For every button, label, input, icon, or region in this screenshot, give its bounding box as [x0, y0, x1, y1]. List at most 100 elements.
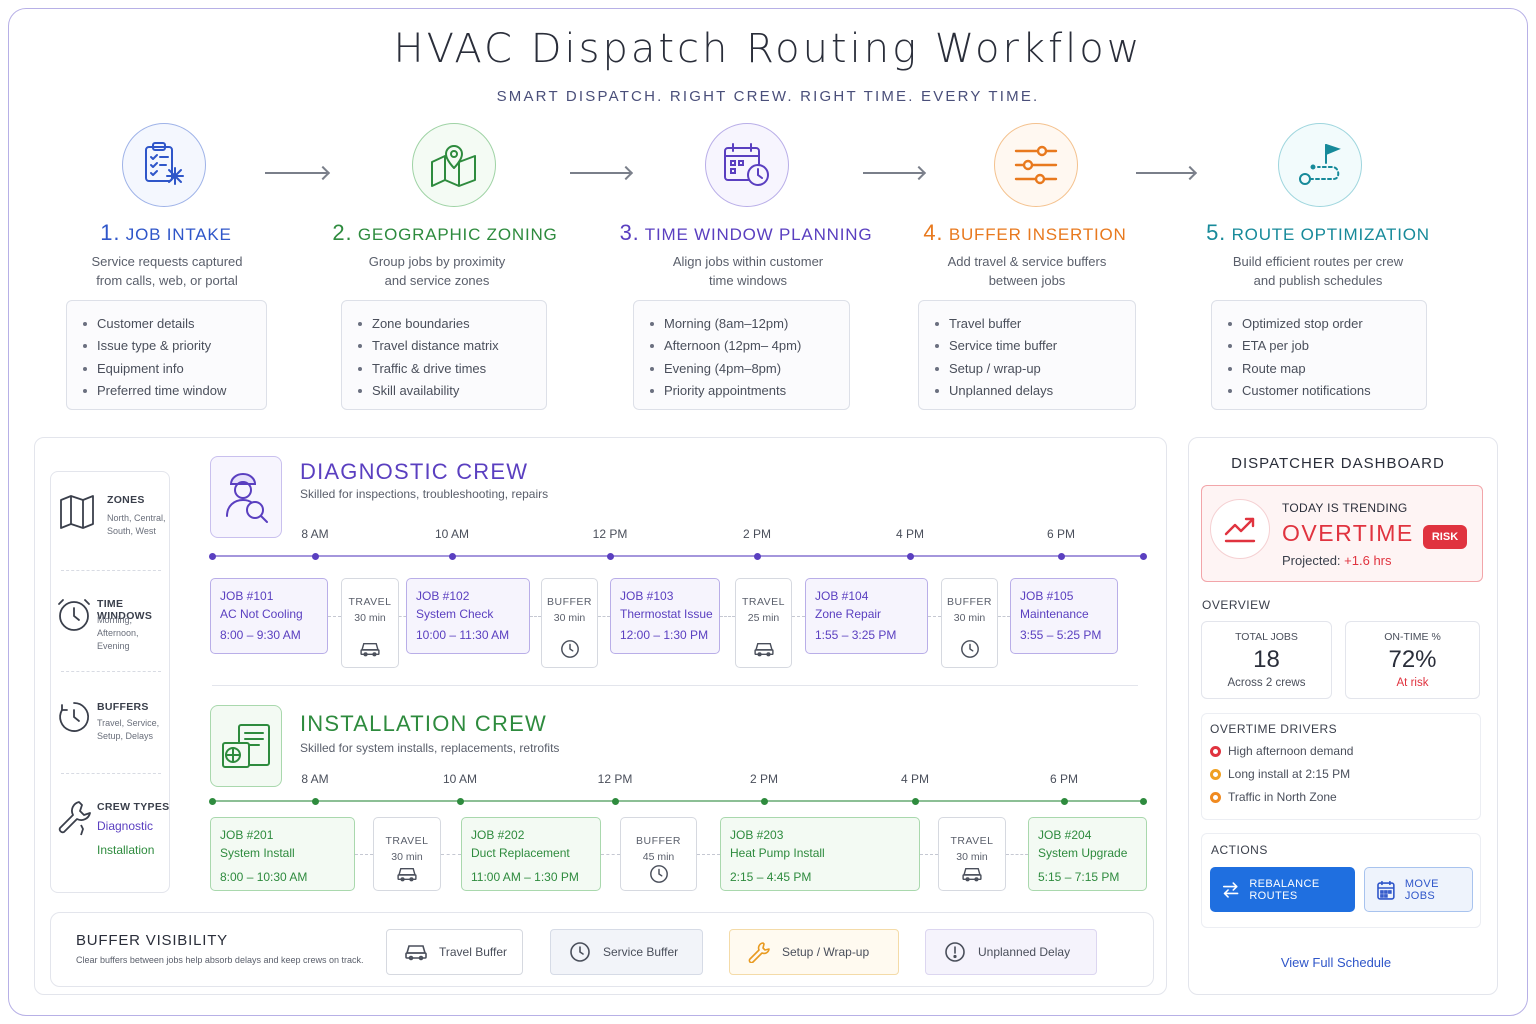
view-full-schedule-link[interactable]: View Full Schedule — [1188, 955, 1484, 970]
clock-icon — [560, 640, 579, 658]
job-card[interactable]: JOB #204 System Upgrade 5:15 – 7:15 PM — [1028, 817, 1147, 891]
step-title: 3. TIME WINDOW PLANNING — [619, 220, 873, 245]
crew-description: Skilled for inspections, troubleshooting… — [300, 487, 549, 501]
job-id: JOB #102 — [416, 589, 470, 603]
connector — [998, 616, 1010, 617]
list-item: Priority appointments — [650, 380, 849, 402]
travel-gap-card[interactable]: TRAVEL 25 min — [735, 578, 792, 668]
job-id: JOB #103 — [620, 589, 674, 603]
list-item: Optimized stop order — [1228, 313, 1426, 335]
time-tick-label: 10 AM — [434, 527, 470, 541]
job-id: JOB #201 — [220, 828, 274, 842]
actions-label: ACTIONS — [1211, 843, 1268, 857]
connector — [920, 854, 938, 855]
timeline-dot — [456, 797, 464, 805]
driver-status-dot — [1210, 769, 1221, 780]
timeline-dot — [1139, 797, 1147, 805]
list-item: Unplanned delays — [935, 380, 1135, 402]
chip-label: Service Buffer — [603, 945, 679, 959]
gap-duration: 30 min — [553, 612, 586, 624]
car-icon — [360, 642, 380, 657]
job-card[interactable]: JOB #101 AC Not Cooling 8:00 – 9:30 AM — [210, 578, 328, 654]
timeline-dot — [208, 552, 216, 560]
job-card[interactable]: JOB #102 System Check 10:00 – 11:30 AM — [406, 578, 530, 654]
buffer-gap-card[interactable]: BUFFER 30 min — [541, 578, 598, 668]
gap-type: TRAVEL — [741, 596, 786, 608]
gap-type: TRAVEL — [348, 596, 392, 608]
step-detail-box: Optimized stop order ETA per job Route map… — [1211, 300, 1427, 410]
connector — [355, 854, 373, 855]
chip-label: Unplanned Delay — [978, 945, 1071, 959]
legend-title: BUFFERS — [97, 701, 149, 713]
move-jobs-button[interactable]: MOVE JOBS — [1364, 867, 1473, 912]
gap-type: BUFFER — [947, 596, 992, 608]
legend-installation: Installation — [97, 843, 155, 857]
time-tick-label: 8 AM — [301, 527, 329, 541]
list-item: Service time buffer — [935, 335, 1135, 357]
list-item: Preferred time window — [83, 380, 266, 402]
job-card[interactable]: JOB #103 Thermostat Issue 12:00 – 1:30 P… — [610, 578, 720, 654]
driver-status-dot — [1210, 792, 1221, 803]
kpi-total-jobs: TOTAL JOBS 18 Across 2 crews — [1201, 621, 1332, 699]
crew-description: Skilled for system installs, replacement… — [300, 741, 560, 755]
travel-gap-card[interactable]: TRAVEL 30 min — [341, 578, 399, 668]
connector — [441, 854, 461, 855]
job-card[interactable]: JOB #201 System Install 8:00 – 10:30 AM — [210, 817, 355, 891]
time-tick-label: 10 AM — [442, 772, 478, 786]
legend-subtext: North, Central, South, West — [107, 513, 166, 536]
connector — [697, 854, 720, 855]
alert-line1: TODAY IS TRENDING — [1282, 501, 1408, 515]
driver-text: Traffic in North Zone — [1228, 790, 1337, 804]
hvac-unit-icon — [210, 705, 282, 787]
travel-gap-card[interactable]: TRAVEL 30 min — [373, 817, 441, 891]
buffer-gap-card[interactable]: BUFFER 30 min — [941, 578, 998, 668]
job-card[interactable]: JOB #105 Maintenance 3:55 – 5:25 PM — [1010, 578, 1118, 654]
list-item: Traffic & drive times — [358, 358, 546, 380]
job-id: JOB #101 — [220, 589, 274, 603]
job-id: JOB #105 — [1020, 589, 1074, 603]
job-card[interactable]: JOB #104 Zone Repair 1:55 – 3:25 PM — [805, 578, 928, 654]
connector — [601, 854, 620, 855]
job-name: Zone Repair — [815, 607, 882, 621]
gap-type: TRAVEL — [385, 835, 429, 847]
service-buffer-chip: Service Buffer — [550, 929, 703, 975]
job-card[interactable]: JOB #203 Heat Pump Install 2:15 – 4:45 P… — [720, 817, 920, 891]
timer-icon — [59, 702, 90, 732]
step-description: Align jobs within customer time windows — [672, 254, 824, 288]
list-item: Route map — [1228, 358, 1426, 380]
page-subtitle: SMART DISPATCH. RIGHT CREW. RIGHT TIME. … — [496, 88, 1040, 105]
travel-gap-card[interactable]: TRAVEL 30 min — [938, 817, 1006, 891]
driver-status-dot — [1210, 746, 1221, 757]
driver-text: Long install at 2:15 PM — [1228, 767, 1351, 781]
step-description: Group jobs by proximity and service zones — [368, 254, 506, 288]
time-tick-label: 8 AM — [301, 772, 329, 786]
timeline-axis — [212, 555, 1144, 557]
list-item: Issue type & priority — [83, 335, 266, 357]
kpi-on-time: ON-TIME % 72% At risk — [1345, 621, 1480, 699]
page-title: HVAC Dispatch Routing Workflow — [393, 26, 1143, 72]
gap-duration: 30 min — [354, 612, 386, 624]
wrench-icon — [58, 801, 91, 836]
job-id: JOB #104 — [815, 589, 869, 603]
travel-buffer-chip: Travel Buffer — [386, 929, 523, 975]
list-item: Morning (8am–12pm) — [650, 313, 849, 335]
gap-type: BUFFER — [636, 835, 681, 847]
job-name: Maintenance — [1020, 607, 1089, 621]
list-item: Setup / wrap-up — [935, 358, 1135, 380]
calendar-clock-icon — [705, 123, 789, 207]
job-time: 1:55 – 3:25 PM — [815, 628, 897, 642]
timeline-dot — [208, 797, 216, 805]
buffer-gap-card[interactable]: BUFFER 45 min — [620, 817, 697, 891]
gap-duration: 45 min — [642, 851, 675, 863]
wrench-icon — [748, 942, 770, 963]
alarm-clock-icon — [58, 599, 90, 631]
gap-duration: 25 min — [747, 612, 780, 624]
job-time: 8:00 – 10:30 AM — [220, 870, 308, 884]
rebalance-routes-button[interactable]: REBALANCE ROUTES — [1210, 867, 1355, 912]
job-card[interactable]: JOB #202 Duct Replacement 11:00 AM – 1:3… — [461, 817, 601, 891]
car-icon — [397, 867, 417, 882]
sliders-icon — [994, 123, 1078, 207]
time-tick-label: 4 PM — [900, 772, 929, 786]
chip-label: Travel Buffer — [439, 945, 508, 959]
job-name: Thermostat Issue — [620, 607, 713, 621]
